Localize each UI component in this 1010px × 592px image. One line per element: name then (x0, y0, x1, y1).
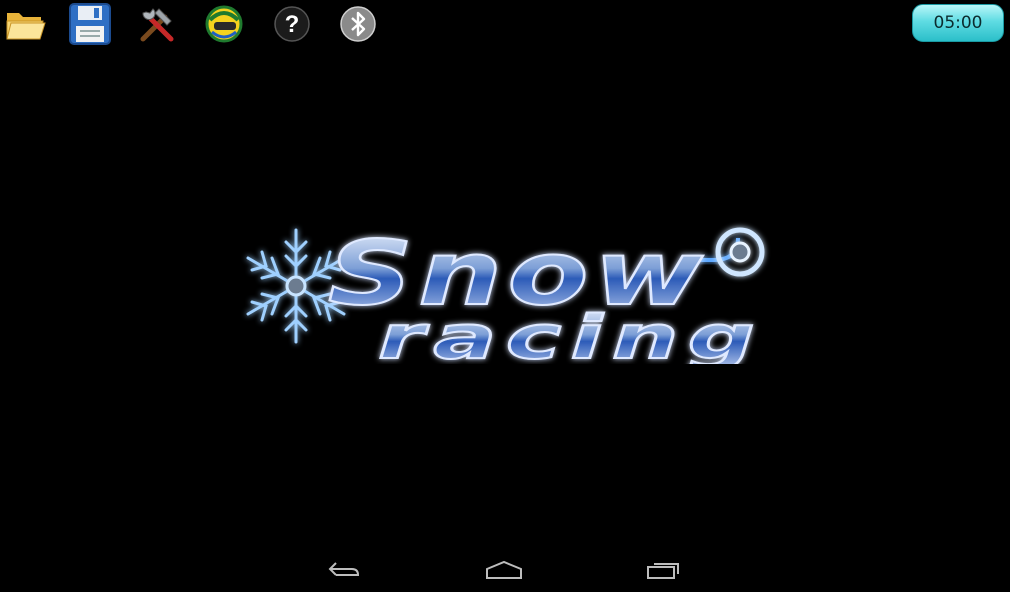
settings-button[interactable] (136, 2, 180, 46)
logo-line2: racing (378, 303, 764, 364)
tools-icon (137, 3, 179, 45)
help-button[interactable]: ? (270, 2, 314, 46)
bluetooth-button[interactable] (336, 2, 380, 46)
back-button[interactable] (316, 554, 372, 590)
timer-value: 05:00 (933, 13, 983, 33)
snow-racing-logo: Snow racing (232, 216, 774, 374)
home-button[interactable] (476, 554, 532, 590)
home-icon (484, 559, 524, 586)
target-ring-icon (715, 227, 765, 277)
recent-apps-button[interactable] (636, 554, 692, 590)
top-toolbar: ? 05:00 (0, 0, 1010, 48)
bluetooth-icon (339, 5, 377, 43)
open-button[interactable] (4, 2, 48, 46)
system-nav-bar (0, 552, 1010, 592)
helmet-icon (204, 4, 244, 44)
svg-text:?: ? (285, 11, 300, 38)
folder-open-icon (5, 7, 47, 41)
timer-button[interactable]: 05:00 (912, 4, 1004, 42)
help-icon: ? (273, 5, 311, 43)
recent-apps-icon (646, 559, 682, 586)
save-disk-icon (68, 2, 112, 46)
back-icon (326, 559, 362, 586)
driver-button[interactable] (202, 2, 246, 46)
save-button[interactable] (68, 2, 112, 46)
